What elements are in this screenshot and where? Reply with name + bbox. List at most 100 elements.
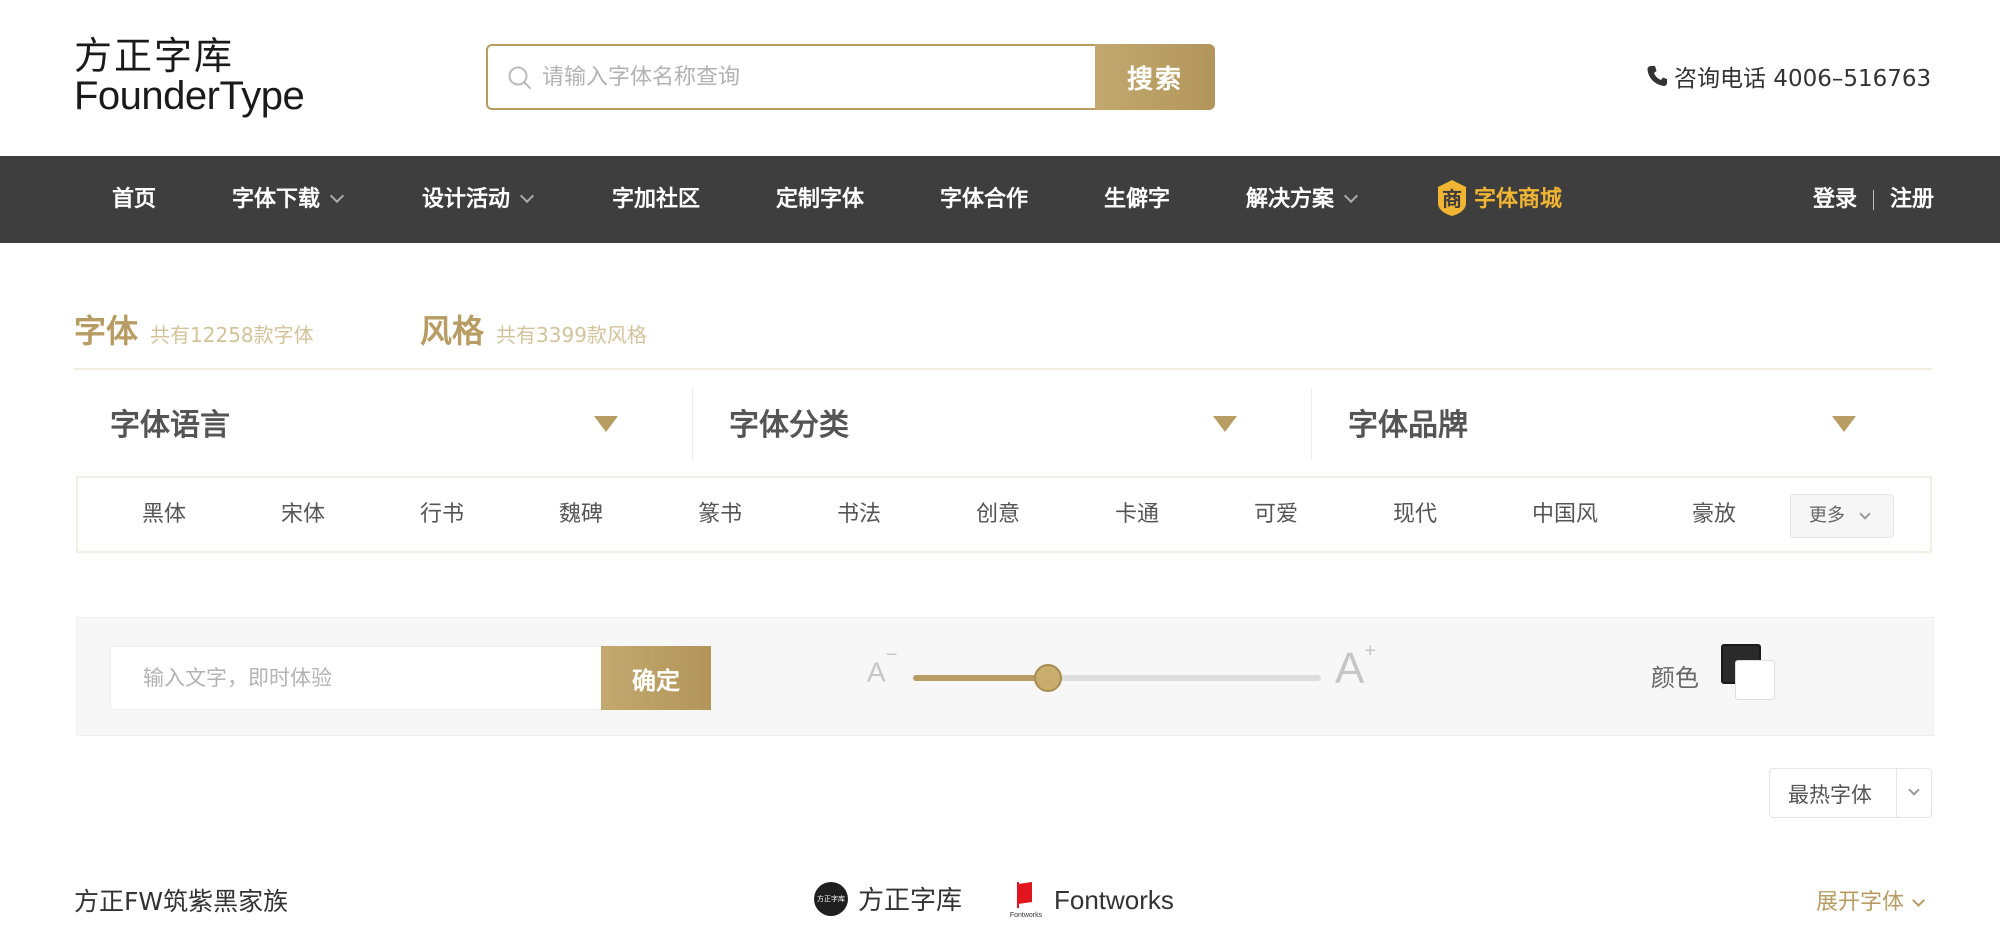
chevron-down-icon <box>329 188 345 204</box>
category-chuangyi[interactable]: 创意 <box>976 478 1020 551</box>
divider <box>1896 769 1897 817</box>
shop-label: 字体商城 <box>1474 187 1563 212</box>
font-size-increase[interactable]: A+ <box>1335 640 1376 694</box>
register-link[interactable]: 注册 <box>1890 156 1934 243</box>
tab-title: 风格 <box>420 312 485 350</box>
login-link[interactable]: 登录 <box>1813 156 1857 243</box>
font-family-name[interactable]: 方正FW筑紫黑家族 <box>74 882 288 918</box>
svg-text:商: 商 <box>1442 187 1462 211</box>
nav-label: 字体下载 <box>232 187 321 212</box>
nav-item-font-cooperation[interactable]: 字体合作 <box>940 156 1028 243</box>
fontworks-logo-icon: Fontworks <box>1008 880 1044 920</box>
filter-label: 字体品牌 <box>1348 408 1468 443</box>
category-zhuanshu[interactable]: 篆书 <box>698 478 742 551</box>
category-xiandai[interactable]: 现代 <box>1393 478 1437 551</box>
category-xingshu[interactable]: 行书 <box>420 478 464 551</box>
nav-item-custom-fonts[interactable]: 定制字体 <box>776 156 864 243</box>
category-shufa[interactable]: 书法 <box>837 478 881 551</box>
tab-title: 字体 <box>74 312 139 350</box>
nav-label: 解决方案 <box>1246 187 1335 212</box>
chevron-down-icon <box>1859 508 1871 520</box>
brand-founder[interactable]: 方正字库 方正字库 <box>814 880 962 917</box>
category-zhongguofeng[interactable]: 中国风 <box>1532 478 1598 551</box>
plus-icon: + <box>1364 640 1377 663</box>
expand-fonts-link[interactable]: 展开字体 <box>1816 884 1925 916</box>
font-size-decrease[interactable]: A− <box>867 644 897 688</box>
color-label: 颜色 <box>1651 664 1699 692</box>
preview-text-input[interactable] <box>110 646 602 710</box>
brand-name: 方正字库 <box>858 886 963 916</box>
tab-styles[interactable]: 风格 共有3399款风格 <box>420 306 647 352</box>
caret-down-icon <box>1213 416 1237 432</box>
phone-icon <box>1647 66 1667 86</box>
tab-fonts[interactable]: 字体 共有12258款字体 <box>74 306 314 352</box>
nav-label: 定制字体 <box>776 187 865 212</box>
tab-count: 共有3399款风格 <box>496 323 647 347</box>
category-keai[interactable]: 可爱 <box>1254 478 1298 551</box>
nav-item-home[interactable]: 首页 <box>112 156 156 243</box>
style-category-bar: 黑体 宋体 行书 魏碑 篆书 书法 创意 卡通 可爱 现代 中国风 豪放 更多 <box>76 476 1932 553</box>
nav-label: 生僻字 <box>1104 187 1171 212</box>
filter-font-language[interactable]: 字体语言 <box>74 388 654 460</box>
logo-en: FounderType <box>74 74 305 118</box>
filter-label: 字体分类 <box>729 408 849 443</box>
nav-item-font-download[interactable]: 字体下载 <box>232 156 345 243</box>
preview-toolbar: 确定 A− A+ 颜色 <box>76 617 1934 736</box>
brand-fontworks[interactable]: Fontworks Fontworks <box>1008 880 1174 920</box>
site-header: 方正字库 FounderType 搜索 咨询电话 4006–516763 <box>0 0 2000 156</box>
chevron-down-icon <box>1912 894 1925 907</box>
sort-selected: 最热字体 <box>1788 783 1872 807</box>
logo-cn: 方正字库 <box>74 34 235 78</box>
nav-label: 字体合作 <box>940 187 1029 212</box>
more-categories-button[interactable]: 更多 <box>1790 494 1894 538</box>
nav-label: 字加社区 <box>612 187 701 212</box>
nav-label: 设计活动 <box>422 187 511 212</box>
tab-count: 共有12258款字体 <box>150 323 314 347</box>
category-weibei[interactable]: 魏碑 <box>559 478 603 551</box>
tabs-divider <box>74 368 1932 370</box>
nav-item-rare-chars[interactable]: 生僻字 <box>1104 156 1170 243</box>
caret-down-icon <box>594 416 618 432</box>
minus-icon: − <box>885 644 898 666</box>
nav-label: 首页 <box>112 187 157 212</box>
slider-handle[interactable] <box>1033 664 1062 692</box>
shop-icon: 商 <box>1438 180 1466 216</box>
font-size-slider[interactable] <box>913 664 1321 692</box>
nav-item-font-shop[interactable]: 商 字体商城 <box>1436 156 1562 243</box>
auth-links: 登录 注册 <box>1813 156 1934 243</box>
slider-fill <box>913 675 1048 681</box>
filter-font-brand[interactable]: 字体品牌 <box>1312 388 1892 460</box>
chevron-down-icon <box>1908 784 1920 796</box>
background-color-swatch[interactable] <box>1735 660 1775 700</box>
filter-label: 字体语言 <box>110 408 230 443</box>
sort-select[interactable]: 最热字体 <box>1769 768 1932 818</box>
size-minus-label: A <box>867 656 886 688</box>
size-plus-label: A <box>1335 644 1365 693</box>
founder-type-logo[interactable]: 方正字库 FounderType <box>74 36 334 116</box>
main-nav: 首页 字体下载 设计活动 字加社区 定制字体 字体合作 生僻字 解决方案 商 字… <box>0 156 2000 243</box>
expand-label: 展开字体 <box>1816 890 1905 915</box>
category-songti[interactable]: 宋体 <box>281 478 325 551</box>
category-katong[interactable]: 卡通 <box>1115 478 1159 551</box>
confirm-button[interactable]: 确定 <box>601 646 711 710</box>
caret-down-icon <box>1832 416 1856 432</box>
more-label: 更多 <box>1809 505 1845 526</box>
search-box <box>486 44 1096 110</box>
divider <box>1872 189 1874 210</box>
category-haofang[interactable]: 豪放 <box>1692 478 1736 551</box>
filter-font-category[interactable]: 字体分类 <box>693 388 1273 460</box>
search-button[interactable]: 搜索 <box>1095 44 1215 110</box>
search-icon <box>508 66 531 89</box>
nav-item-design-events[interactable]: 设计活动 <box>422 156 535 243</box>
founder-logo-icon: 方正字库 <box>814 881 848 916</box>
nav-item-solutions[interactable]: 解决方案 <box>1246 156 1359 243</box>
search-input[interactable] <box>542 46 1082 108</box>
chevron-down-icon <box>1343 188 1359 204</box>
brand-name: Fontworks <box>1054 884 1174 915</box>
svg-text:Fontworks: Fontworks <box>1010 912 1043 919</box>
phone-text: 咨询电话 4006–516763 <box>1674 66 1932 92</box>
nav-item-community[interactable]: 字加社区 <box>612 156 700 243</box>
category-heiti[interactable]: 黑体 <box>142 478 186 551</box>
consult-phone: 咨询电话 4006–516763 <box>1646 58 1931 94</box>
chevron-down-icon <box>519 188 535 204</box>
